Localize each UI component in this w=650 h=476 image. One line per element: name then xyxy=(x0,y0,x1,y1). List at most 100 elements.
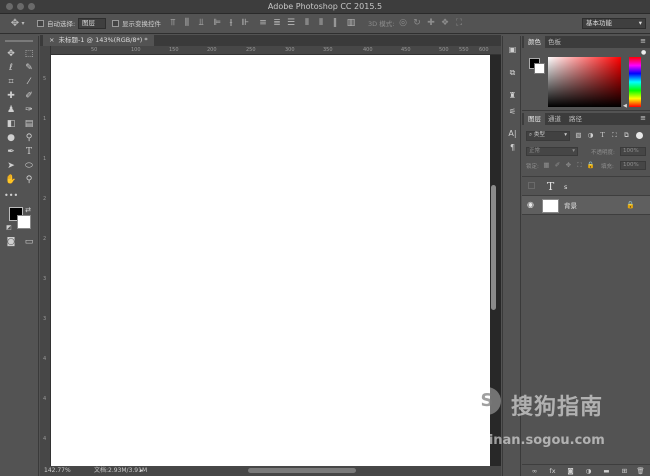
blend-mode-select[interactable]: 正常 ▾ xyxy=(526,147,578,156)
character-panel-icon[interactable]: A| xyxy=(505,128,520,140)
type-tool-icon[interactable]: T xyxy=(22,145,36,159)
vertical-scrollbar[interactable] xyxy=(491,185,496,310)
distribute-bottom-icon[interactable]: ☰ xyxy=(286,17,296,30)
hue-slider[interactable] xyxy=(629,57,641,107)
tools-panel-grip[interactable] xyxy=(5,40,33,42)
layer-row-background[interactable]: ◉ 背景 🔒 xyxy=(522,195,650,215)
tab-layers[interactable]: 图层 xyxy=(524,113,545,125)
filter-shape-icon[interactable]: ⛶ xyxy=(610,131,619,140)
layer-filter-kind-select[interactable]: ⌕ 类型 ▾ xyxy=(526,131,570,141)
distribute-vcenter-icon[interactable]: ≣ xyxy=(272,17,282,30)
filter-toggle-icon[interactable] xyxy=(636,132,643,139)
properties-panel-icon[interactable]: ⧉ xyxy=(505,67,520,79)
align-vcenter-icon[interactable]: ⫼ xyxy=(182,17,192,30)
3d-scale-icon[interactable]: ⛶ xyxy=(454,17,464,30)
document-canvas[interactable] xyxy=(51,55,490,466)
delete-layer-icon[interactable]: 🗑 xyxy=(636,467,645,476)
move-tool-icon[interactable]: ✥ xyxy=(10,17,20,30)
zoom-level[interactable]: 142.77% xyxy=(44,466,71,476)
adjustments-panel-icon[interactable]: ⚟ xyxy=(505,106,520,118)
screen-mode-icon[interactable]: ▭ xyxy=(22,235,36,249)
new-adjustment-layer-icon[interactable]: ◑ xyxy=(584,467,593,476)
healing-brush-tool-icon[interactable]: ✚ xyxy=(4,89,18,103)
swap-colors-icon[interactable]: ⇄ xyxy=(23,203,33,217)
filter-adjustment-icon[interactable]: ◑ xyxy=(586,131,595,140)
distribute-right-icon[interactable]: ‖ xyxy=(330,17,340,30)
hue-slider-thumb-icon[interactable]: ◀ xyxy=(623,103,627,109)
auto-align-icon[interactable]: ▥ xyxy=(346,17,356,30)
horizontal-scrollbar[interactable] xyxy=(248,468,356,473)
align-right-icon[interactable]: ⊪ xyxy=(240,17,250,30)
gradient-tool-icon[interactable]: ▤ xyxy=(22,117,36,131)
panel-menu-icon[interactable]: ≡ xyxy=(640,37,646,45)
show-transform-controls-checkbox[interactable]: 显示变换控件 xyxy=(112,18,161,30)
zoom-tool-icon[interactable]: ⚲ xyxy=(22,173,36,187)
layer-name[interactable]: s xyxy=(564,181,567,193)
filter-smart-object-icon[interactable]: ⧉ xyxy=(622,131,631,140)
align-top-icon[interactable]: ⫪ xyxy=(168,17,178,30)
distribute-top-icon[interactable]: ≡ xyxy=(258,17,268,30)
auto-select-checkbox[interactable]: 自动选择: xyxy=(37,18,75,30)
lock-image-icon[interactable]: ✐ xyxy=(553,161,562,170)
brushes-panel-icon[interactable]: ♜ xyxy=(505,90,520,102)
filter-type-icon[interactable]: T xyxy=(598,131,607,140)
history-brush-tool-icon[interactable]: ✑ xyxy=(22,103,36,117)
workspace-select[interactable]: 基本功能 ▾ xyxy=(582,18,646,29)
panel-menu-icon[interactable]: ≡ xyxy=(640,114,646,122)
pen-tool-icon[interactable]: ✒ xyxy=(4,145,18,159)
crop-tool-icon[interactable]: ⌗ xyxy=(4,75,18,89)
fill-input[interactable]: 100% xyxy=(620,161,646,170)
shape-tool-icon[interactable]: ⬭ xyxy=(22,159,36,173)
default-colors-icon[interactable]: ◩ xyxy=(5,221,13,235)
lock-position-icon[interactable]: ✥ xyxy=(564,161,573,170)
quick-selection-tool-icon[interactable]: ✎ xyxy=(22,61,36,75)
add-mask-icon[interactable]: ◙ xyxy=(566,467,575,476)
eye-icon[interactable]: ◉ xyxy=(527,200,534,209)
hand-tool-icon[interactable]: ✋ xyxy=(4,173,18,187)
clone-stamp-tool-icon[interactable]: ♟ xyxy=(4,103,18,117)
layer-row-text[interactable]: T s xyxy=(522,176,650,196)
more-tools-icon[interactable]: ••• xyxy=(4,189,18,203)
layer-name[interactable]: 背景 xyxy=(564,200,577,212)
eyedropper-tool-icon[interactable]: ⁄ xyxy=(22,75,36,89)
3d-slide-icon[interactable]: ❖ xyxy=(440,17,450,30)
tab-color[interactable]: 颜色 xyxy=(524,36,545,48)
lock-transparent-icon[interactable]: ▦ xyxy=(542,161,551,170)
color-bg-swatch[interactable] xyxy=(534,63,545,74)
lock-artboard-icon[interactable]: ⛶ xyxy=(575,161,584,170)
3d-roll-icon[interactable]: ↻ xyxy=(412,17,422,30)
align-bottom-icon[interactable]: ⫫ xyxy=(196,17,206,30)
align-left-icon[interactable]: ⊫ xyxy=(212,17,222,30)
blur-tool-icon[interactable]: ● xyxy=(4,131,18,145)
tab-paths[interactable]: 路径 xyxy=(565,113,586,125)
document-tab[interactable]: × 未标题-1 @ 143%(RGB/8*) * xyxy=(43,35,154,46)
opacity-input[interactable]: 100% xyxy=(620,147,646,156)
auto-select-target-select[interactable]: 图层 xyxy=(78,18,106,29)
link-layers-icon[interactable]: ∞ xyxy=(530,467,539,476)
3d-pan-icon[interactable]: ✚ xyxy=(426,17,436,30)
quick-mask-icon[interactable]: ◙ xyxy=(4,235,18,249)
brush-tool-icon[interactable]: ✐ xyxy=(22,89,36,103)
new-group-icon[interactable]: ▬ xyxy=(602,467,611,476)
marquee-tool-icon[interactable]: ⬚ xyxy=(22,47,36,61)
path-selection-tool-icon[interactable]: ➤ xyxy=(4,159,18,173)
dodge-tool-icon[interactable]: ⚲ xyxy=(22,131,36,145)
color-spectrum-field[interactable] xyxy=(548,57,621,107)
distribute-left-icon[interactable]: ⦀ xyxy=(302,17,312,30)
align-hcenter-icon[interactable]: ⫲ xyxy=(226,17,236,30)
background-color-swatch[interactable] xyxy=(17,215,31,229)
new-layer-icon[interactable]: ⊞ xyxy=(620,467,629,476)
paragraph-panel-icon[interactable]: ¶ xyxy=(505,142,520,154)
tab-swatches[interactable]: 色板 xyxy=(544,36,565,48)
history-panel-icon[interactable]: ▣ xyxy=(505,44,520,56)
layer-style-icon[interactable]: fx xyxy=(548,467,557,476)
tool-preset-chevron-icon[interactable]: ▾ xyxy=(20,17,26,30)
tab-channels[interactable]: 通道 xyxy=(544,113,565,125)
status-menu-arrow-icon[interactable]: ▸ xyxy=(140,466,143,476)
lasso-tool-icon[interactable]: ℓ xyxy=(4,61,18,75)
layer-visibility-toggle[interactable] xyxy=(528,182,535,189)
move-tool-icon[interactable]: ✥ xyxy=(4,47,18,61)
distribute-hcenter-icon[interactable]: ⫴ xyxy=(316,17,326,30)
3d-orbit-icon[interactable]: ◎ xyxy=(398,17,408,30)
close-tab-icon[interactable]: × xyxy=(49,36,54,44)
